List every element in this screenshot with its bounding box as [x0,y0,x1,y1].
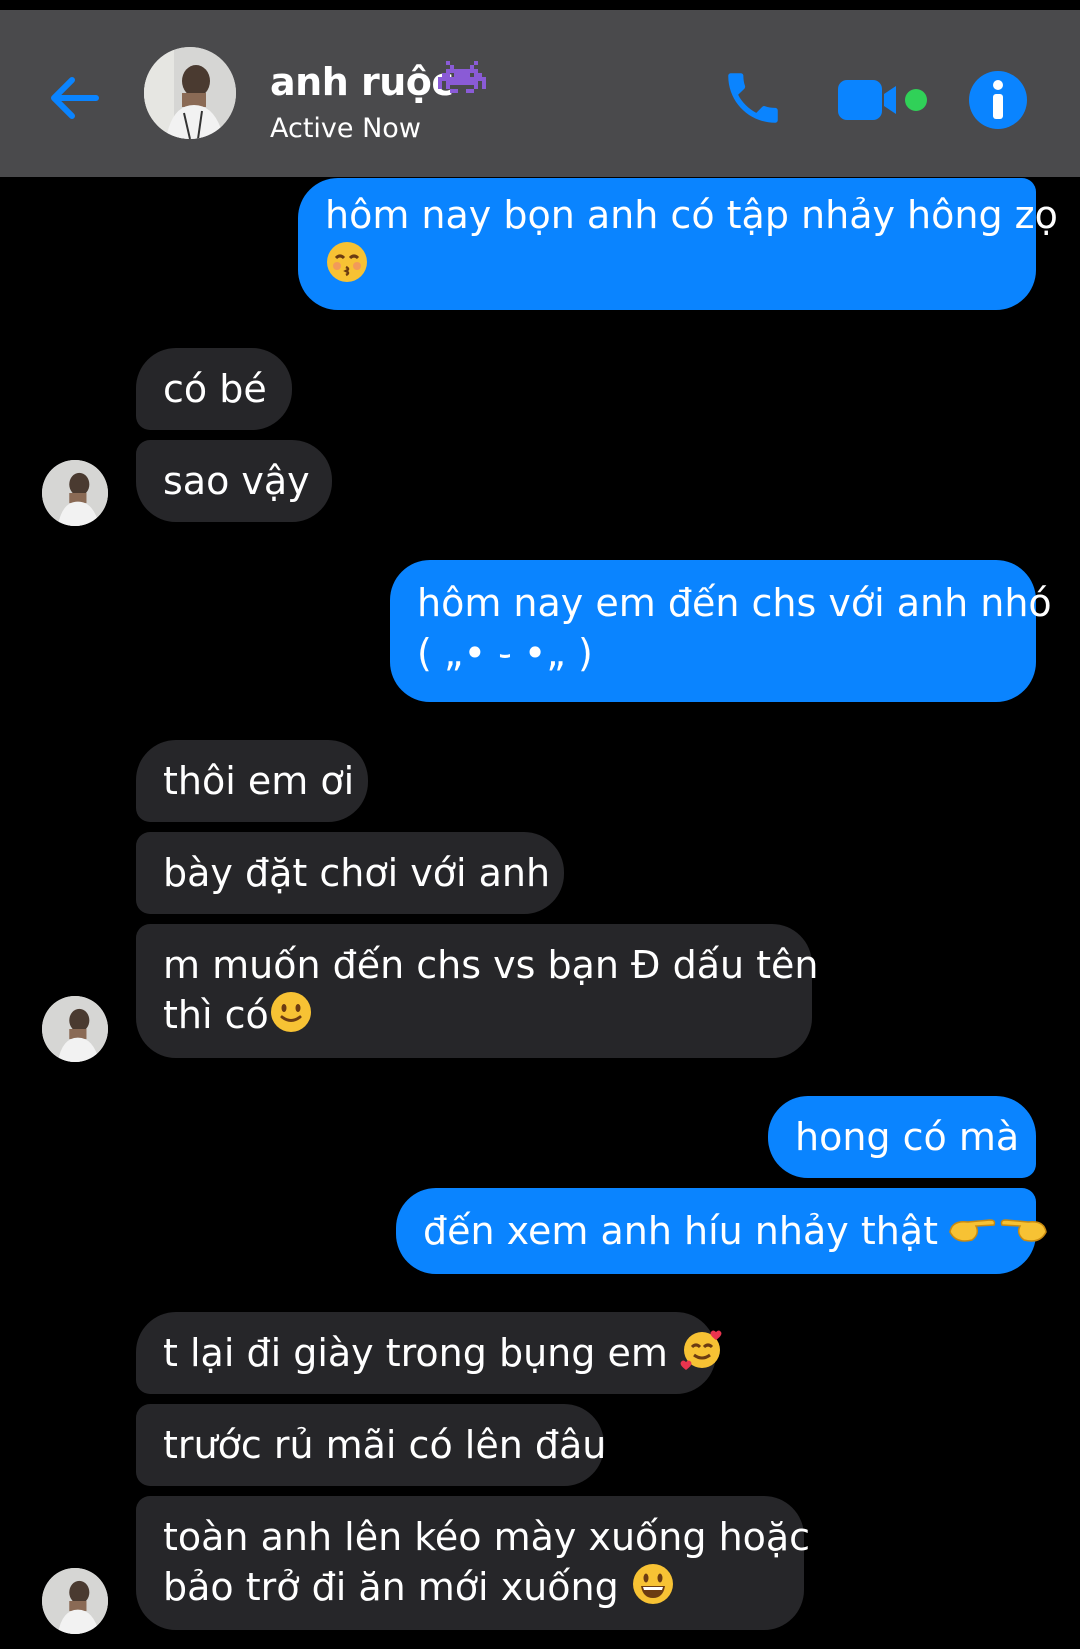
outgoing-message[interactable]: hôm nay em đến chs với anh nhó ( „• ֊ •„… [390,560,1052,702]
incoming-message[interactable]: thôi em ơi [136,740,368,822]
message-text: có bé [163,367,267,411]
grinning-face-icon [631,1562,675,1606]
active-status: Active Now [270,113,421,144]
info-icon[interactable] [966,68,1030,132]
message-text: t lại đi giày trong bụng em [163,1331,668,1375]
message-text: bảo trở đi ăn mới xuống [163,1565,619,1609]
incoming-message[interactable]: có bé [136,348,292,430]
message-text: bày đặt chơi với anh [163,851,551,895]
message-text: trước rủ mãi có lên đâu [163,1423,607,1467]
message-text: thì có [163,993,269,1037]
slightly-smiling-face-icon [269,990,313,1034]
outgoing-message[interactable]: hôm nay bọn anh có tập nhảy hông zọ [298,178,1058,310]
outgoing-message[interactable]: đến xem anh híu nhảy thật [396,1188,1047,1274]
contact-avatar-small[interactable] [42,996,108,1062]
contact-avatar[interactable] [144,47,236,139]
message-text: m muốn đến chs vs bạn Đ dấu tên [163,943,819,987]
incoming-message[interactable]: trước rủ mãi có lên đâu [136,1404,607,1486]
message-text: thôi em ơi [163,759,355,803]
outgoing-message[interactable]: hong có mà [768,1096,1036,1178]
message-text: ( „• ֊ •„ ) [417,631,593,675]
incoming-message[interactable]: toàn anh lên kéo mày xuống hoặc bảo trở … [136,1496,811,1630]
contact-name[interactable]: anh ruộc [270,60,454,104]
contact-avatar-small[interactable] [42,1568,108,1634]
message-text: hôm nay bọn anh có tập nhảy hông zọ [325,193,1058,237]
smiling-face-with-hearts-icon [680,1328,724,1372]
pointing-hands-icon [946,1206,1050,1250]
message-text: hôm nay em đến chs với anh nhó [417,581,1052,625]
message-text: đến xem anh híu nhảy thật [423,1209,938,1253]
chat-header: anh ruộc Active Now [0,10,1080,177]
message-text: hong có mà [795,1115,1020,1159]
video-camera-icon[interactable] [836,74,936,126]
incoming-message[interactable]: m muốn đến chs vs bạn Đ dấu tên thì có [136,924,819,1058]
back-arrow-icon[interactable] [44,68,104,128]
incoming-message[interactable]: bày đặt chơi với anh [136,832,564,914]
alien-monster-icon [438,61,486,93]
incoming-message[interactable]: t lại đi giày trong bụng em [136,1312,722,1394]
message-text: sao vậy [163,459,310,503]
incoming-message[interactable]: sao vậy [136,440,332,522]
contact-avatar-small[interactable] [42,460,108,526]
phone-icon[interactable] [720,65,786,131]
message-text: toàn anh lên kéo mày xuống hoặc [163,1515,811,1559]
kissing-face-icon [325,240,369,284]
